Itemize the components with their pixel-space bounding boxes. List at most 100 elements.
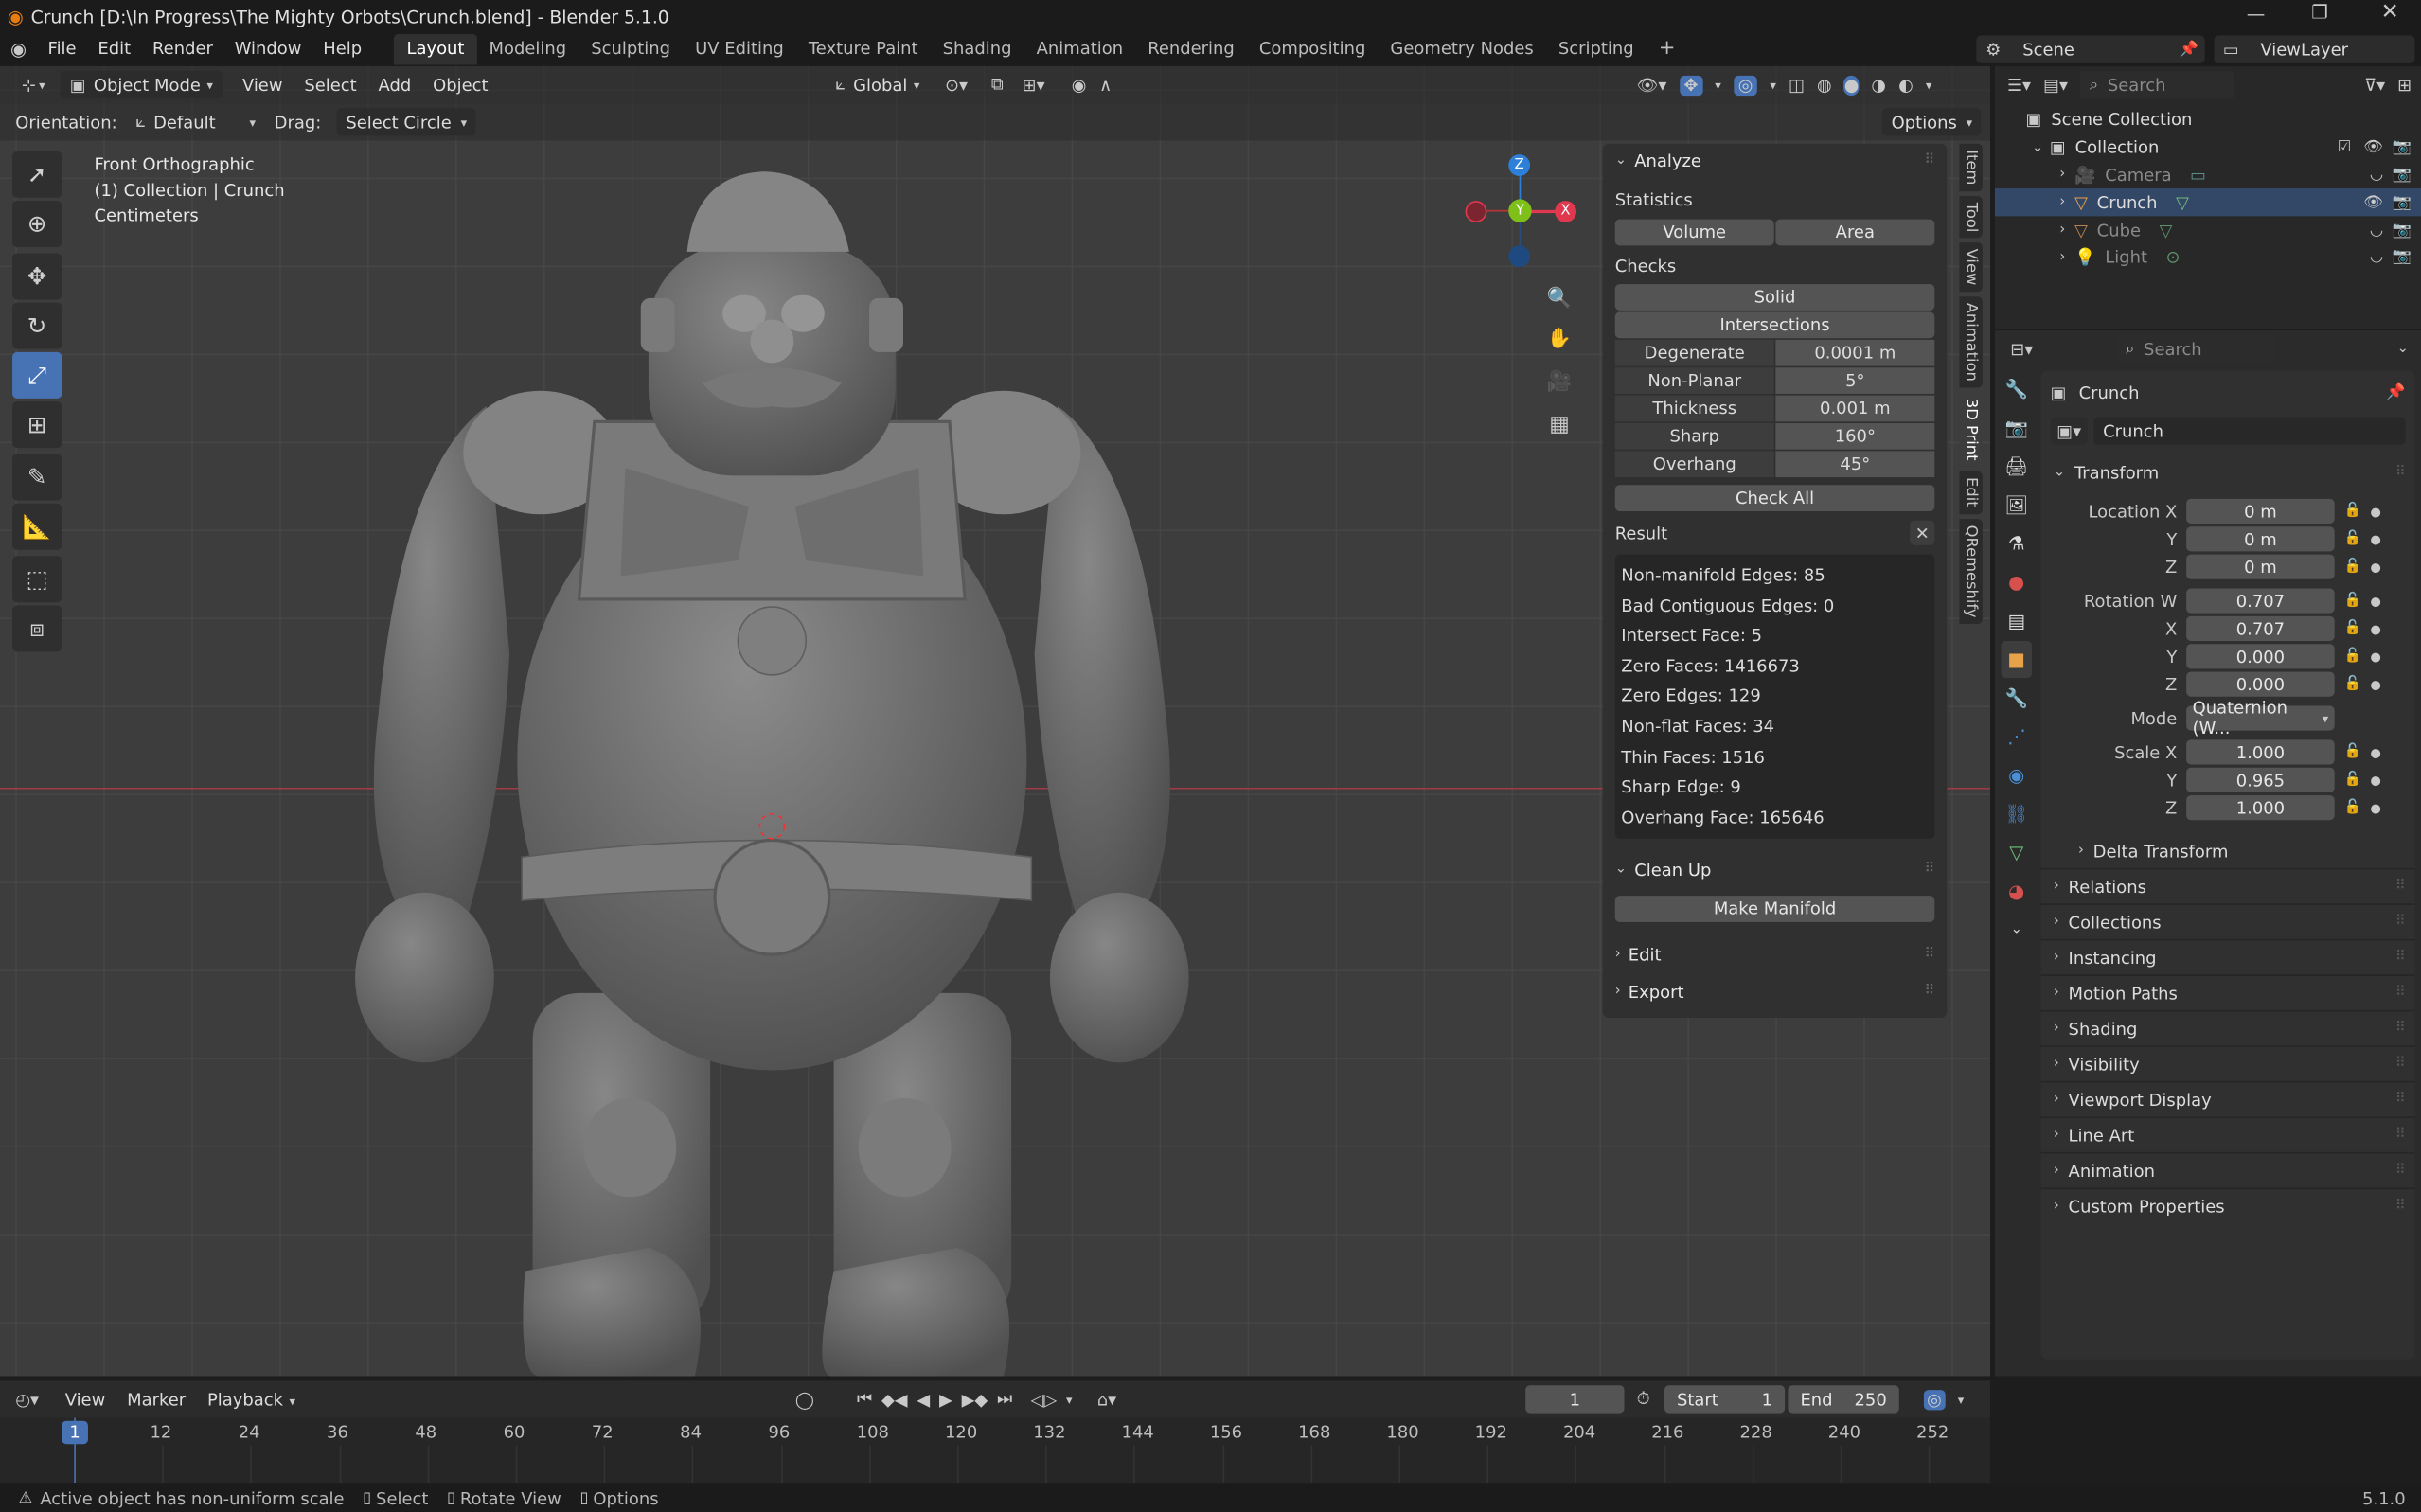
section-line-art[interactable]: › Line Art ⠿ <box>2040 1116 2415 1152</box>
view-layer-selector[interactable]: ▭ ViewLayer <box>2214 35 2415 63</box>
expand-icon[interactable]: › <box>2059 222 2065 238</box>
analyze-header[interactable]: ⌄ Analyze ⠿ <box>1603 144 1948 178</box>
lock-icon[interactable]: 🔓 <box>2343 800 2360 815</box>
rotation-w-field[interactable]: 0.707 <box>2186 588 2335 614</box>
measure-tool-icon[interactable]: 📐 <box>12 503 62 550</box>
keyframe-dot-icon[interactable]: ● <box>2371 532 2381 546</box>
drag-grip-icon[interactable]: ⠿ <box>2395 1021 2406 1036</box>
location-y-field[interactable]: 0 m <box>2186 526 2335 552</box>
viewport-menu-add[interactable]: Add <box>367 75 422 95</box>
pin-icon[interactable]: 📌 <box>2180 41 2198 58</box>
object-tab-icon[interactable]: ■ <box>2001 640 2033 679</box>
crunch-model[interactable] <box>340 98 1220 1377</box>
lock-icon[interactable]: 🔓 <box>2343 504 2360 519</box>
annotate-tool-icon[interactable]: ✎ <box>12 454 62 501</box>
chevron-down-icon[interactable]: ▾ <box>1715 78 1721 92</box>
minimize-icon[interactable]: — <box>2247 3 2266 25</box>
snap-icon[interactable]: ⧉ <box>991 74 1004 96</box>
outliner-item-crunch[interactable]: › ▽ Crunch ▽ 👁 📷 <box>1994 188 2421 217</box>
section-viewport-display[interactable]: › Viewport Display ⠿ <box>2040 1080 2415 1117</box>
menu-help[interactable]: Help <box>312 34 373 65</box>
transform-orientation[interactable]: ⟀ Global ▾ <box>826 71 929 98</box>
scale-z-field[interactable]: 1.000 <box>2186 795 2335 821</box>
menu-window[interactable]: Window <box>223 34 312 65</box>
playhead[interactable]: 1 <box>62 1420 88 1445</box>
section-custom-properties[interactable]: › Custom Properties ⠿ <box>2040 1187 2415 1223</box>
section-visibility[interactable]: › Visibility ⠿ <box>2040 1045 2415 1081</box>
drag-grip-icon[interactable]: ⠿ <box>2395 1128 2406 1143</box>
pin-icon[interactable]: 📌 <box>2386 383 2405 400</box>
tab-layout[interactable]: Layout <box>394 33 477 65</box>
hidden-icon[interactable]: ◡ <box>2370 249 2383 266</box>
result-item[interactable]: Overhang Face: 165646 <box>1621 803 1929 833</box>
modifier-tab-icon[interactable]: 🔧 <box>2001 680 2032 717</box>
pivot-icon[interactable]: ⊙▾ <box>945 75 968 95</box>
edit-header[interactable]: › Edit ⠿ <box>1603 938 1948 972</box>
rotate-tool-icon[interactable]: ↻ <box>12 302 62 349</box>
section-relations[interactable]: › Relations ⠿ <box>2040 867 2415 904</box>
area-button[interactable]: Area <box>1775 219 1935 246</box>
timeline-menu-view[interactable]: View <box>54 1389 116 1409</box>
expand-icon[interactable]: ⌄ <box>2032 140 2043 155</box>
keyframe-dot-icon[interactable]: ● <box>2371 677 2381 691</box>
outliner-item-light[interactable]: › 💡 Light ⊙ ◡ 📷 <box>1995 244 2421 272</box>
blender-menu-icon[interactable]: ◉ <box>0 39 37 61</box>
location-x-field[interactable]: 0 m <box>2186 498 2335 524</box>
object-datablock-icon[interactable]: ▣▾ <box>2050 417 2088 445</box>
frame-ruler[interactable]: 12 24 36 48 60 72 84 96 108 120 132 144 156 168 180 192… <box>0 1417 1991 1483</box>
perspective-grid-icon[interactable]: ▦ <box>1540 406 1577 443</box>
tab-texture-paint[interactable]: Texture Paint <box>796 34 931 65</box>
lock-icon[interactable]: 🔓 <box>2343 676 2360 691</box>
jump-end-icon[interactable]: ⏭ <box>997 1388 1012 1410</box>
chevron-down-icon[interactable]: ▾ <box>1066 1393 1073 1407</box>
non-planar-value[interactable]: 5° <box>1775 367 1935 394</box>
result-item[interactable]: Sharp Edge: 9 <box>1621 773 1929 803</box>
result-item[interactable]: Intersect Face: 5 <box>1621 621 1929 651</box>
jump-start-icon[interactable]: ⏮ <box>857 1388 872 1410</box>
timeline-menu-marker[interactable]: Marker <box>116 1389 197 1409</box>
lock-icon[interactable]: 🔓 <box>2343 531 2360 546</box>
outliner-editor-icon[interactable]: ☰▾ <box>2007 75 2031 95</box>
keyframe-dot-icon[interactable]: ● <box>2371 649 2381 664</box>
camera-render-icon[interactable]: 📷 <box>2393 194 2412 211</box>
collection-row[interactable]: ⌄ ▣ Collection ☑ 👁 📷 <box>1995 134 2421 162</box>
export-header[interactable]: › Export ⠿ <box>1603 975 1948 1009</box>
drag-grip-icon[interactable]: ⠿ <box>2395 1199 2406 1214</box>
add-object-tool-icon[interactable]: ⧈ <box>12 605 62 652</box>
tab-3d-print[interactable]: 3D Print <box>1959 392 1983 467</box>
rotation-x-field[interactable]: 0.707 <box>2186 615 2335 641</box>
camera-view-icon[interactable]: 🎥 <box>1540 363 1577 400</box>
viewport-menu-object[interactable]: Object <box>422 75 499 95</box>
keyframe-dot-icon[interactable]: ● <box>2371 773 2381 787</box>
physics-tab-icon[interactable]: ◉ <box>2001 756 2032 793</box>
snap-target-icon[interactable]: ⊞▾ <box>1023 75 1045 95</box>
add-workspace-icon[interactable]: + <box>1647 34 1688 65</box>
xray-icon[interactable]: ◫ <box>1789 75 1805 95</box>
solid-shading-icon[interactable]: ● <box>1843 75 1860 96</box>
check-all-button[interactable]: Check All <box>1614 485 1935 511</box>
select-tool-icon[interactable]: ➚ <box>12 151 62 198</box>
scene-tab-icon[interactable]: ⚗ <box>2001 525 2032 562</box>
result-item[interactable]: Zero Edges: 129 <box>1621 682 1929 712</box>
world-tab-icon[interactable]: ● <box>2001 563 2032 600</box>
menu-render[interactable]: Render <box>142 34 224 65</box>
cursor-tool-icon[interactable]: ⊕ <box>12 201 62 247</box>
rotation-mode-dropdown[interactable]: Quaternion (W... ▾ <box>2186 698 2335 738</box>
start-frame-field[interactable]: Start 1 <box>1664 1385 1786 1414</box>
degenerate-button[interactable]: Degenerate <box>1614 339 1774 366</box>
tab-shading[interactable]: Shading <box>931 34 1024 65</box>
next-keyframe-icon[interactable]: ▶◆ <box>962 1389 988 1409</box>
non-planar-button[interactable]: Non-Planar <box>1614 367 1774 394</box>
drag-grip-icon[interactable]: ⠿ <box>1925 985 1935 1000</box>
rotation-y-field[interactable]: 0.000 <box>2186 644 2335 669</box>
sharp-button[interactable]: Sharp <box>1614 422 1774 450</box>
data-tab-icon[interactable]: ▽ <box>2001 834 2032 871</box>
prev-frame-icon[interactable]: ◁▷ <box>1031 1389 1058 1409</box>
display-mode-icon[interactable]: ▤▾ <box>2043 75 2068 95</box>
sharp-value[interactable]: 160° <box>1775 422 1935 450</box>
output-tab-icon[interactable]: 🖨 <box>2001 448 2032 485</box>
lock-icon[interactable]: 🔓 <box>2343 593 2360 608</box>
drag-grip-icon[interactable]: ⠿ <box>1925 948 1935 963</box>
viewport-menu-view[interactable]: View <box>232 75 294 95</box>
material-shading-icon[interactable]: ◑ <box>1871 75 1886 95</box>
